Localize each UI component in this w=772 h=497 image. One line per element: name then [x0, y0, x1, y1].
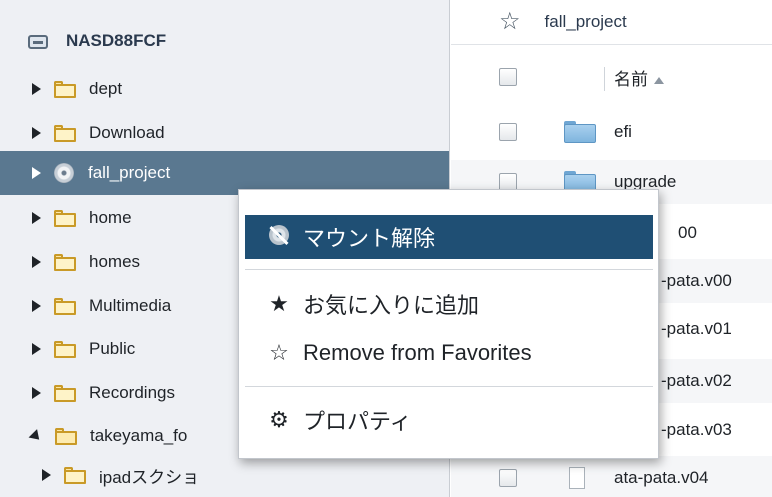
menu-item-add-favorite[interactable]: ★ お気に入りに追加: [245, 282, 653, 326]
tree-item-label: Public: [89, 339, 136, 358]
file-name: -pata.v03: [661, 420, 732, 439]
gears-icon: ⚙: [269, 407, 289, 432]
star-filled-icon: ★: [269, 291, 289, 316]
folder-icon: [54, 340, 76, 358]
tree-item-label: takeyama_fo: [90, 426, 188, 445]
list-item[interactable]: efi: [451, 110, 772, 154]
expand-arrow-icon[interactable]: [42, 469, 51, 481]
context-menu: マウント解除 ★ お気に入りに追加 ☆ Remove from Favorite…: [238, 189, 659, 459]
folder-icon: [54, 297, 76, 315]
menu-item-unmount[interactable]: マウント解除: [245, 215, 653, 259]
folder-icon: [64, 466, 86, 484]
row-checkbox[interactable]: [499, 469, 517, 487]
folder-icon: [54, 209, 76, 227]
disc-icon: [54, 163, 74, 183]
file-name: -pata.v02: [661, 371, 732, 390]
list-header-row: 名前: [451, 55, 772, 99]
star-outline-icon: ☆: [269, 340, 289, 365]
folder-icon: [54, 80, 76, 98]
tree-root-label: NASD88FCF: [66, 31, 167, 50]
menu-separator: [245, 386, 653, 387]
tree-item-label: Multimedia: [89, 296, 172, 315]
tree-item-label: Download: [89, 123, 165, 142]
file-icon: [569, 467, 585, 489]
sort-ascending-icon: [654, 76, 664, 84]
folder-icon: [54, 253, 76, 271]
expand-arrow-icon[interactable]: [32, 300, 41, 312]
expand-arrow-icon[interactable]: [32, 127, 41, 139]
tree-item-label: home: [89, 208, 132, 227]
location-label: fall_project: [544, 12, 627, 31]
tree-item-dept[interactable]: dept: [0, 67, 449, 111]
location-bar: ☆ fall_project: [451, 0, 772, 45]
column-header-name[interactable]: 名前: [614, 65, 664, 90]
favorite-star-icon[interactable]: ☆: [499, 10, 521, 34]
tree-item-label: ipadスクショ: [99, 467, 200, 487]
column-separator[interactable]: [604, 67, 605, 91]
expand-arrow-icon[interactable]: [32, 212, 41, 224]
expand-arrow-icon[interactable]: [32, 387, 41, 399]
expand-arrow-icon[interactable]: [32, 343, 41, 355]
tree-root-nas[interactable]: NASD88FCF: [0, 22, 449, 60]
menu-item-label: Remove from Favorites: [303, 340, 532, 365]
file-name: ata-pata.v04: [614, 468, 709, 487]
menu-item-remove-favorite[interactable]: ☆ Remove from Favorites: [245, 331, 653, 375]
tree-item-ipad[interactable]: ipadスクショ: [0, 453, 449, 497]
tree-item-label: fall_project: [88, 163, 171, 182]
tree-item-download[interactable]: Download: [0, 111, 449, 155]
expand-arrow-icon[interactable]: [32, 256, 41, 268]
menu-item-label: プロパティ: [303, 409, 412, 434]
expand-arrow-icon[interactable]: [32, 83, 41, 95]
file-name: efi: [614, 122, 632, 141]
folder-open-icon: [55, 427, 77, 445]
file-name: 00: [678, 223, 697, 242]
menu-separator: [245, 269, 653, 270]
file-name: -pata.v00: [661, 271, 732, 290]
menu-item-properties[interactable]: ⚙ プロパティ: [245, 398, 653, 442]
unmount-icon: [261, 225, 297, 249]
collapse-arrow-icon[interactable]: [28, 428, 44, 444]
file-name: -pata.v01: [661, 319, 732, 338]
select-all-checkbox[interactable]: [499, 68, 517, 86]
folder-icon: [564, 121, 596, 143]
tree-item-label: homes: [89, 252, 141, 271]
list-item[interactable]: ata-pata.v04: [451, 456, 772, 497]
nas-drive-icon: [28, 33, 48, 50]
row-checkbox[interactable]: [499, 123, 517, 141]
expand-arrow-icon[interactable]: [32, 167, 41, 179]
folder-icon: [54, 384, 76, 402]
menu-item-label: お気に入りに追加: [303, 293, 480, 318]
folder-icon: [54, 124, 76, 142]
tree-item-label: Recordings: [89, 383, 175, 402]
menu-item-label: マウント解除: [303, 226, 436, 251]
tree-item-label: dept: [89, 79, 123, 98]
